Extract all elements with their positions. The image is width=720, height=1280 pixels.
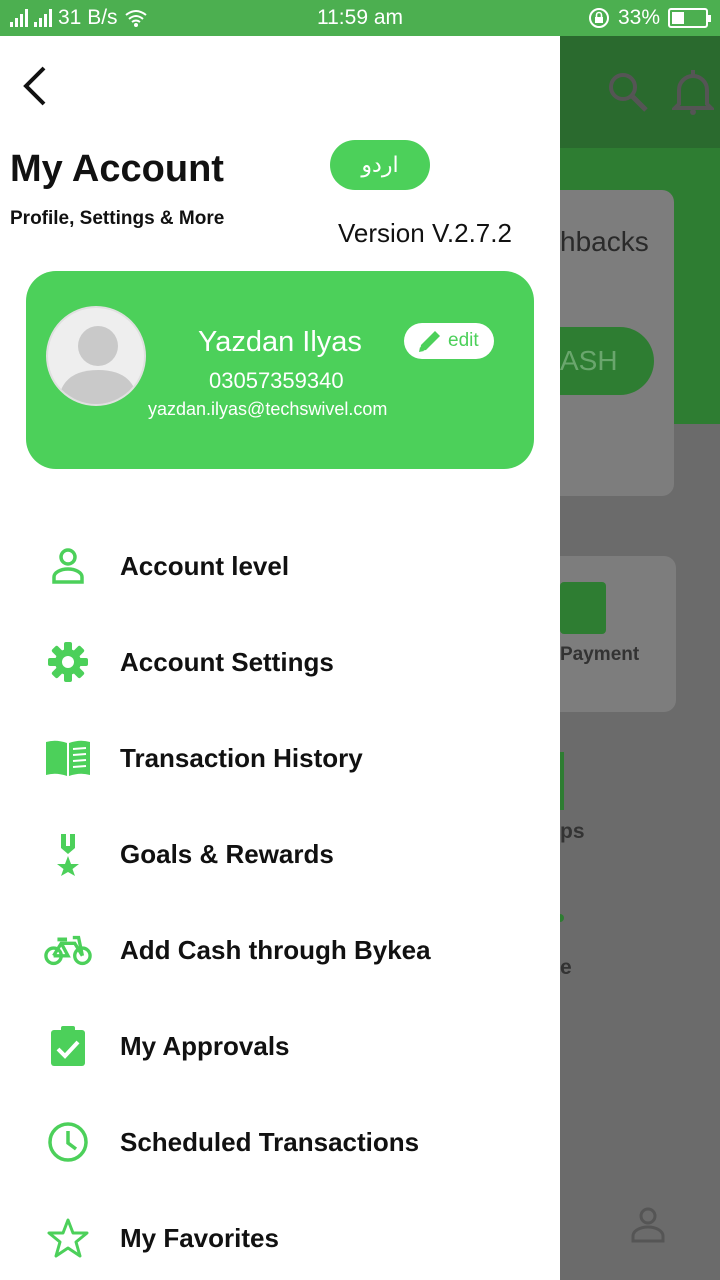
avatar <box>46 306 146 406</box>
menu-label: Add Cash through Bykea <box>120 934 431 965</box>
menu-item-add-cash-bykea[interactable]: Add Cash through Bykea <box>0 902 560 998</box>
menu-label: My Approvals <box>120 1030 290 1061</box>
back-arrow-icon[interactable] <box>18 64 58 108</box>
battery-icon <box>668 8 711 28</box>
menu-label: Account level <box>120 550 290 581</box>
menu-label: Goals & Rewards <box>120 838 334 869</box>
menu-item-transaction-history[interactable]: Transaction History <box>0 710 560 806</box>
bicycle-icon <box>44 926 92 974</box>
page-subtitle: Profile, Settings & More <box>10 208 225 229</box>
menu-item-my-approvals[interactable]: My Approvals <box>0 998 560 1094</box>
background-payment-label: Payment <box>560 644 640 665</box>
search-icon <box>609 73 648 112</box>
rotation-lock-icon <box>588 8 609 28</box>
clipboard-check-icon <box>44 1022 92 1070</box>
profile-card: Yazdan Ilyas 03057359340 yazdan.ilyas@te… <box>26 271 534 469</box>
language-toggle-button[interactable]: اردو <box>330 140 430 190</box>
profile-name: Yazdan Ilyas <box>198 326 362 358</box>
menu-label: Account Settings <box>120 646 334 677</box>
person-icon <box>44 542 92 590</box>
status-bar: 31 B/s 11:59 am 33% <box>0 0 720 36</box>
star-icon <box>44 1214 92 1262</box>
page-title: My Account <box>10 148 224 190</box>
book-icon <box>44 734 92 782</box>
gear-icon <box>44 638 92 686</box>
background-partial-label: ps <box>560 820 585 843</box>
avatar-placeholder-icon <box>58 326 138 404</box>
medal-icon <box>44 830 92 878</box>
clock-icon <box>44 1118 92 1166</box>
background-card-2 <box>540 556 676 712</box>
receipt-icon <box>560 582 606 634</box>
menu-label: Scheduled Transactions <box>120 1126 420 1157</box>
navigation-drawer: My Account Profile, Settings & More اردو… <box>0 36 560 1280</box>
menu-item-account-level[interactable]: Account level <box>0 518 560 614</box>
status-bar-right: 33% <box>588 6 711 30</box>
battery-percent: 33% <box>617 6 660 29</box>
pencil-icon <box>419 331 440 352</box>
menu-item-account-settings[interactable]: Account Settings <box>0 614 560 710</box>
menu-item-scheduled-transactions[interactable]: Scheduled Transactions <box>0 1094 560 1190</box>
bell-icon <box>672 70 714 115</box>
menu-label: My Favorites <box>120 1222 279 1253</box>
background-partial-label-2: e <box>560 956 572 979</box>
profile-phone: 03057359340 <box>209 368 344 393</box>
edit-label: edit <box>448 330 479 351</box>
profile-email: yazdan.ilyas@techswivel.com <box>148 399 388 419</box>
background-card-text: hbacks <box>560 226 649 257</box>
version-label: Version V.2.7.2 <box>338 218 512 248</box>
edit-profile-button[interactable]: edit <box>404 323 494 359</box>
menu-label: Transaction History <box>120 742 363 773</box>
profile-tab-icon <box>631 1207 665 1243</box>
menu-item-goals-rewards[interactable]: Goals & Rewards <box>0 806 560 902</box>
menu-item-my-favorites[interactable]: My Favorites <box>0 1190 560 1280</box>
